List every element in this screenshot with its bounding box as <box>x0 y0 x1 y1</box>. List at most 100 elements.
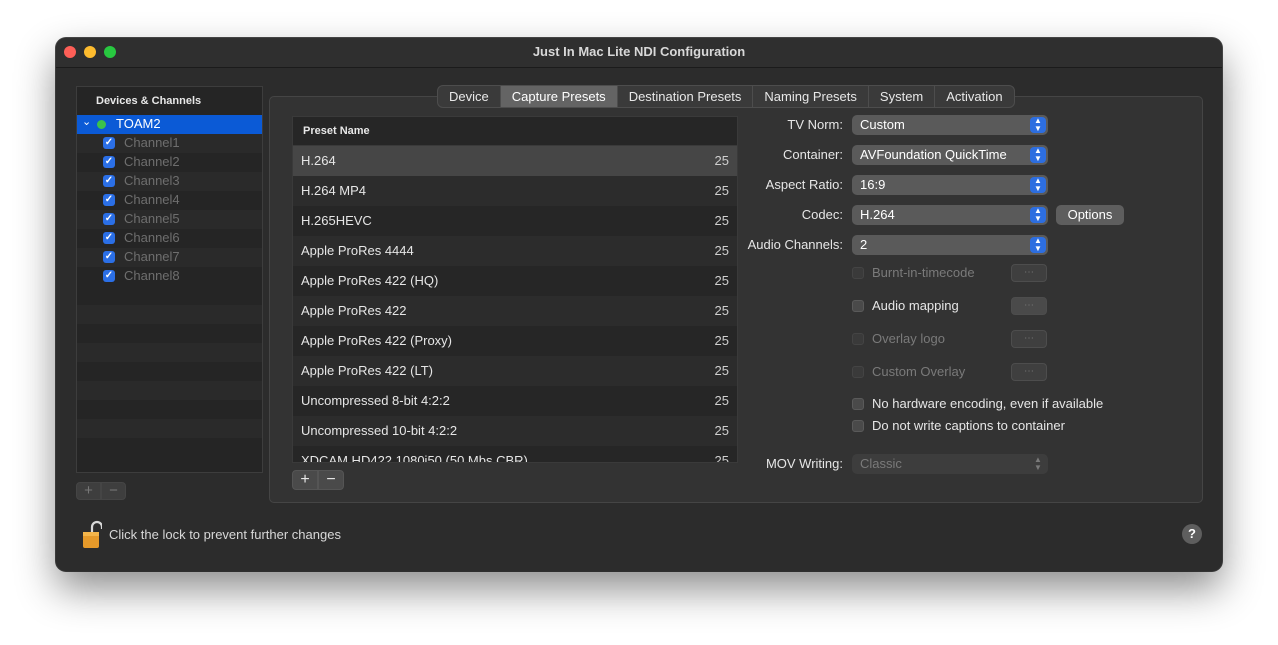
checkbox-box[interactable] <box>852 420 864 432</box>
chevron-updown-icon: ▲ ▼ <box>1030 177 1046 193</box>
device-label: TOAM2 <box>116 116 161 131</box>
channel-checkbox[interactable]: ✓ <box>103 270 115 282</box>
channel-checkbox[interactable]: ✓ <box>103 175 115 187</box>
audio-channels-popup[interactable]: 2 ▲ ▼ <box>852 235 1048 255</box>
preset-row[interactable]: H.264 MP4 25 <box>293 176 737 206</box>
container-popup[interactable]: AVFoundation QuickTime ▲ ▼ <box>852 145 1048 165</box>
channel-row[interactable]: ✓ Channel4 <box>77 191 262 210</box>
codec-value: H.264 <box>860 207 895 222</box>
mov-writing-popup[interactable]: Classic ▲ ▼ <box>852 454 1048 474</box>
device-row-toam2[interactable]: ⌄ TOAM2 <box>77 115 262 134</box>
empty-list-row <box>77 324 262 343</box>
preset-row[interactable]: Apple ProRes 422 (LT) 25 <box>293 356 737 386</box>
add-preset-button[interactable]: + <box>292 470 318 490</box>
channel-row[interactable]: ✓ Channel8 <box>77 267 262 286</box>
channel-row[interactable]: ✓ Channel5 <box>77 210 262 229</box>
preset-fps: 25 <box>714 303 729 318</box>
tab-system[interactable]: System <box>869 86 936 107</box>
custom-overlay-more-button[interactable]: ⋯ <box>1011 363 1047 381</box>
empty-list-row <box>77 438 262 457</box>
preset-row[interactable]: Apple ProRes 422 (Proxy) 25 <box>293 326 737 356</box>
empty-list-row <box>77 362 262 381</box>
chevron-updown-icon: ▲ ▼ <box>1034 455 1042 472</box>
title-bar: Just In Mac Lite NDI Configuration <box>56 38 1222 68</box>
channel-checkbox[interactable]: ✓ <box>103 194 115 206</box>
codec-popup[interactable]: H.264 ▲ ▼ <box>852 205 1048 225</box>
custom-overlay-label: Custom Overlay <box>872 364 966 379</box>
container-value: AVFoundation QuickTime <box>860 147 1007 162</box>
devices-channels-list[interactable]: Devices & Channels ⌄ TOAM2 ✓ Channel1 ✓ Cha… <box>76 86 263 473</box>
remove-device-button[interactable]: − <box>101 482 126 500</box>
channel-checkbox[interactable]: ✓ <box>103 232 115 244</box>
preset-add-remove: + − <box>292 470 344 490</box>
empty-list-row <box>77 305 262 324</box>
preset-name: Apple ProRes 422 (Proxy) <box>301 333 453 348</box>
unlocked-padlock-icon[interactable] <box>82 520 102 550</box>
burnt-in-timecode-more-button[interactable]: ⋯ <box>1011 264 1047 282</box>
empty-list-row <box>77 400 262 419</box>
tab-device[interactable]: Device <box>438 86 501 107</box>
aspect-ratio-popup[interactable]: 16:9 ▲ ▼ <box>852 175 1048 195</box>
audio-mapping-more-button[interactable]: ⋯ <box>1011 297 1047 315</box>
preset-name: Uncompressed 10-bit 4:2:2 <box>301 423 458 438</box>
checkbox-box[interactable] <box>852 398 864 410</box>
preset-name: XDCAM HD422 1080i50 (50 Mbs CBR) <box>301 453 528 463</box>
chevron-updown-icon: ▲ ▼ <box>1030 147 1046 163</box>
help-button[interactable]: ? <box>1182 524 1202 544</box>
container-label: Container: <box>783 147 843 162</box>
ellipsis-icon: ⋯ <box>1024 267 1034 278</box>
channel-checkbox[interactable]: ✓ <box>103 137 115 149</box>
preset-row[interactable]: H.265HEVC 25 <box>293 206 737 236</box>
empty-list-row <box>77 381 262 400</box>
channel-row[interactable]: ✓ Channel1 <box>77 134 262 153</box>
channel-row[interactable]: ✓ Channel2 <box>77 153 262 172</box>
disclosure-chevron-icon[interactable]: ⌄ <box>82 115 91 128</box>
checkbox-box[interactable] <box>852 333 864 345</box>
preset-row[interactable]: Apple ProRes 422 (HQ) 25 <box>293 266 737 296</box>
ellipsis-icon: ⋯ <box>1024 366 1034 377</box>
tv-norm-popup[interactable]: Custom ▲ ▼ <box>852 115 1048 135</box>
preset-row[interactable]: Apple ProRes 422 25 <box>293 296 737 326</box>
checkbox-box[interactable] <box>852 366 864 378</box>
preset-row[interactable]: Apple ProRes 4444 25 <box>293 236 737 266</box>
status-dot-icon <box>97 120 106 129</box>
codec-options-button[interactable]: Options <box>1056 205 1124 225</box>
preset-name-column-header[interactable]: Preset Name <box>293 117 737 146</box>
preset-row[interactable]: Uncompressed 8-bit 4:2:2 25 <box>293 386 737 416</box>
ellipsis-icon: ⋯ <box>1024 300 1034 311</box>
channel-label: Channel1 <box>124 135 180 150</box>
overlay-logo-more-button[interactable]: ⋯ <box>1011 330 1047 348</box>
add-device-button[interactable]: + <box>76 482 101 500</box>
preset-fps: 25 <box>714 363 729 378</box>
remove-preset-button[interactable]: − <box>318 470 344 490</box>
preset-name: Uncompressed 8-bit 4:2:2 <box>301 393 450 408</box>
channel-checkbox[interactable]: ✓ <box>103 251 115 263</box>
ellipsis-icon: ⋯ <box>1024 333 1034 344</box>
preset-row[interactable]: H.264 25 <box>293 146 737 176</box>
checkbox-box[interactable] <box>852 267 864 279</box>
mov-writing-label: MOV Writing: <box>765 456 843 471</box>
channel-checkbox[interactable]: ✓ <box>103 213 115 225</box>
preset-name: H.264 <box>301 153 336 168</box>
audio-channels-label: Audio Channels: <box>747 237 843 252</box>
channel-label: Channel6 <box>124 230 180 245</box>
preset-row[interactable]: XDCAM HD422 1080i50 (50 Mbs CBR) 25 <box>293 446 737 463</box>
channel-checkbox[interactable]: ✓ <box>103 156 115 168</box>
mov-writing-value: Classic <box>860 456 902 471</box>
tab-capture-presets[interactable]: Capture Presets <box>500 86 618 107</box>
checkbox-box[interactable] <box>852 300 864 312</box>
channel-label: Channel5 <box>124 211 180 226</box>
aspect-ratio-label: Aspect Ratio: <box>765 177 843 192</box>
tab-activation[interactable]: Activation <box>935 86 1013 107</box>
tab-naming-presets[interactable]: Naming Presets <box>753 86 869 107</box>
chevron-updown-icon: ▲ ▼ <box>1030 117 1046 133</box>
empty-list-row <box>77 419 262 438</box>
channel-row[interactable]: ✓ Channel6 <box>77 229 262 248</box>
channel-row[interactable]: ✓ Channel3 <box>77 172 262 191</box>
tab-destination-presets[interactable]: Destination Presets <box>618 86 754 107</box>
channel-row[interactable]: ✓ Channel7 <box>77 248 262 267</box>
preset-name: Apple ProRes 422 (LT) <box>301 363 433 378</box>
preset-row[interactable]: Uncompressed 10-bit 4:2:2 25 <box>293 416 737 446</box>
preset-table[interactable]: Preset Name H.264 25 H.264 MP4 25 H.265HEVC 2… <box>292 116 738 463</box>
preset-fps: 25 <box>714 333 729 348</box>
